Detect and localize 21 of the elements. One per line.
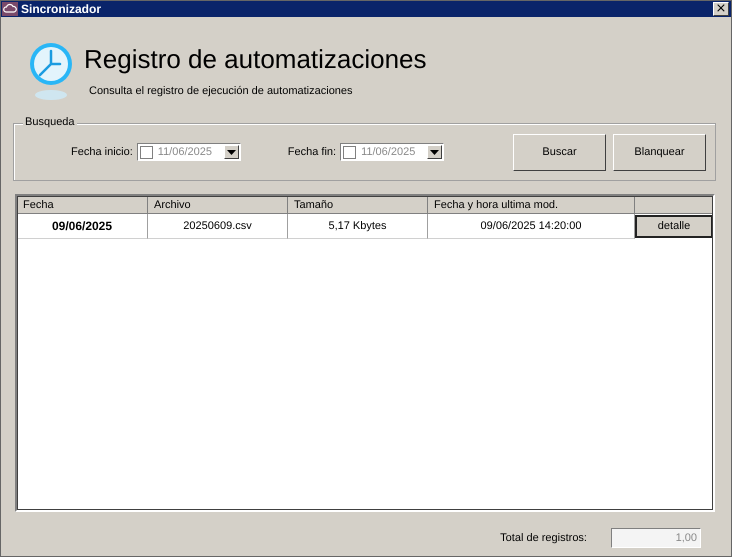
column-header: Fecha y hora ultima mod. xyxy=(428,196,635,214)
cloud-icon xyxy=(2,2,18,16)
column-header: Archivo xyxy=(148,196,288,214)
field-label: Fecha fin: xyxy=(288,146,336,158)
column-header: Fecha xyxy=(17,196,148,214)
window-title: Sincronizador xyxy=(21,2,102,16)
action-button[interactable]: Buscar xyxy=(513,134,606,170)
detail-button[interactable]: detalle xyxy=(635,214,713,238)
total-label: Total de registros: xyxy=(500,532,587,544)
group-legend: Busqueda xyxy=(23,116,77,128)
page-subtitle: Consulta el registro de ejecución de automatizaciones xyxy=(89,85,354,97)
close-button[interactable]: × xyxy=(713,2,729,16)
page-title: Registro de automatizaciones xyxy=(84,44,427,74)
table-cell: 5,17 Kbytes xyxy=(288,214,428,239)
total-field: 1,00 xyxy=(611,528,701,548)
column-header: Tamaño xyxy=(288,196,428,214)
field-label: Fecha inicio: xyxy=(71,146,133,158)
action-button[interactable]: Blanquear xyxy=(613,134,706,170)
table-cell: 09/06/2025 xyxy=(17,214,148,239)
table-cell: 09/06/2025 14:20:00 xyxy=(428,214,635,239)
table-cell: 20250609.csv xyxy=(148,214,288,239)
